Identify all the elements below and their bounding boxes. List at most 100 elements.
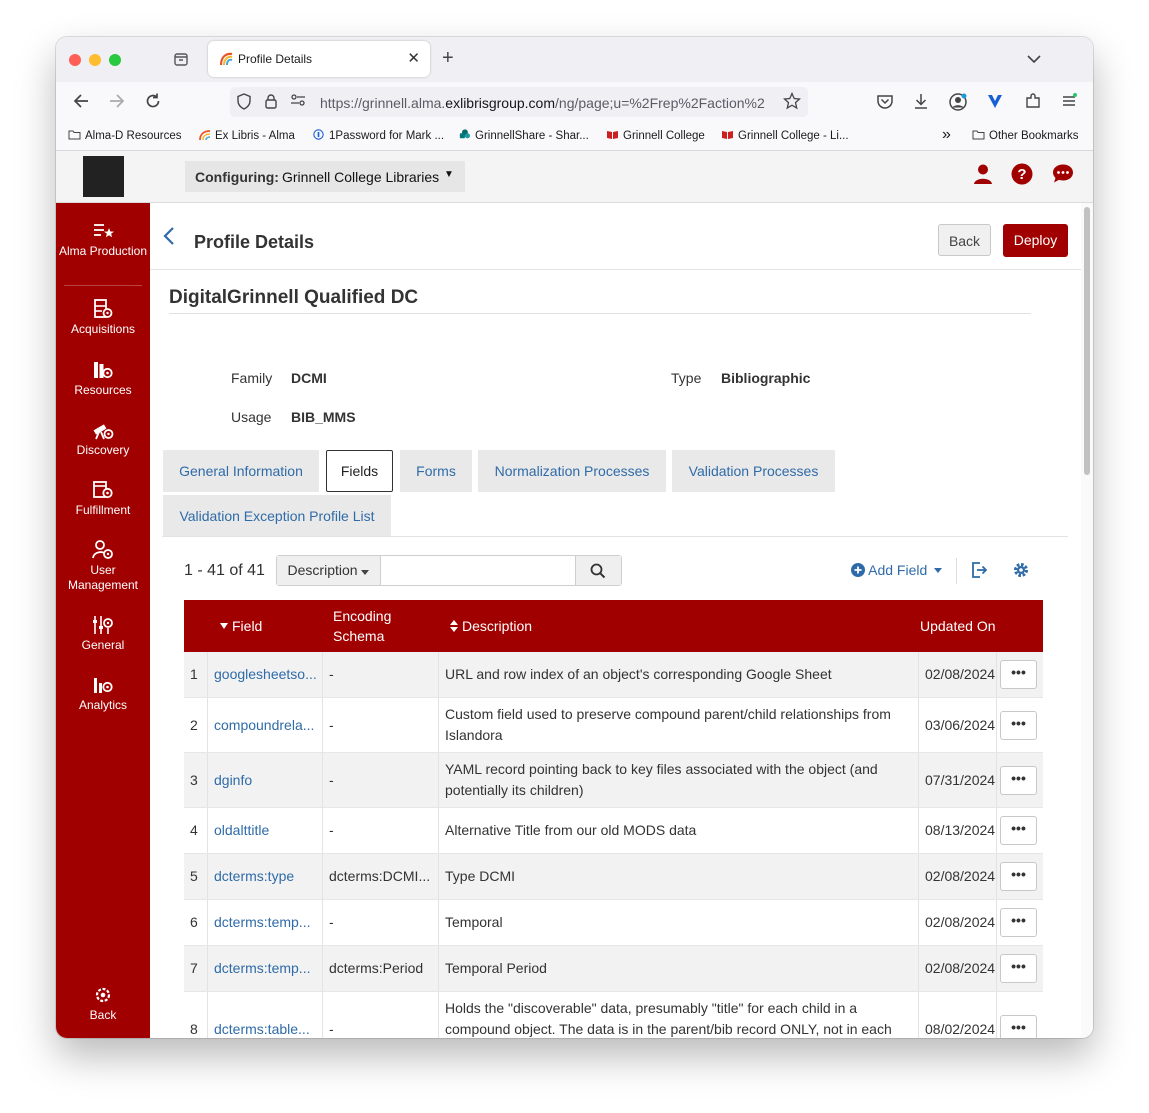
- bookmark-grinnellshare[interactable]: GrinnellShare - Shar...: [458, 129, 589, 142]
- reload-icon[interactable]: [144, 92, 162, 114]
- bookmark-grinnell-college-libraries[interactable]: Grinnell College - Li...: [721, 129, 849, 142]
- field-name-link[interactable]: dcterms:table...: [207, 992, 322, 1038]
- url-bar[interactable]: https://grinnell.alma.exlibrisgroup.com/…: [230, 87, 808, 117]
- export-icon[interactable]: [970, 561, 988, 579]
- tab-validation-exception-profile-list[interactable]: Validation Exception Profile List: [163, 495, 391, 537]
- bookmarks-overflow-icon[interactable]: »: [942, 126, 951, 144]
- bookmark-grinnell-college[interactable]: Grinnell College: [606, 129, 705, 142]
- lock-icon[interactable]: [264, 93, 278, 113]
- tab-validation-processes[interactable]: Validation Processes: [672, 450, 835, 492]
- new-tab-button[interactable]: +: [442, 48, 454, 68]
- menu-icon[interactable]: [1060, 92, 1078, 114]
- family-label: Family: [231, 370, 273, 386]
- chat-icon[interactable]: [1052, 163, 1074, 185]
- tab-close-icon[interactable]: ✕: [407, 49, 420, 67]
- row-actions-button[interactable]: •••: [1000, 862, 1037, 891]
- encoding-schema-cell-text: -: [329, 914, 334, 930]
- row-actions-button[interactable]: •••: [1000, 954, 1037, 983]
- bookmark-label: Alma-D Resources: [85, 130, 182, 142]
- zoom-window-button[interactable]: [109, 54, 121, 66]
- tab-normalization-processes[interactable]: Normalization Processes: [478, 450, 666, 492]
- deploy-button[interactable]: Deploy: [1003, 224, 1068, 257]
- close-window-button[interactable]: [69, 54, 81, 66]
- column-header-encoding[interactable]: Encoding Schema: [333, 600, 423, 652]
- tab-title: Profile Details: [238, 52, 313, 66]
- tabs-divider: [162, 536, 1068, 537]
- field-name-link[interactable]: dcterms:type: [207, 854, 322, 899]
- minimize-window-button[interactable]: [89, 54, 101, 66]
- tab-list-icon[interactable]: [172, 51, 190, 69]
- browser-tab[interactable]: Profile Details ✕: [208, 41, 430, 77]
- sidebar-item-acquisitions[interactable]: Acquisitions: [56, 299, 150, 337]
- column-header-field[interactable]: Field: [220, 600, 262, 652]
- scrollbar[interactable]: [1081, 203, 1093, 1038]
- field-name-link[interactable]: googlesheetso...: [207, 652, 322, 697]
- vivaldi-extension-icon[interactable]: [986, 92, 1004, 114]
- url-text[interactable]: https://grinnell.alma.exlibrisgroup.com/…: [320, 95, 790, 111]
- pocket-icon[interactable]: [876, 92, 894, 114]
- bookmark-1password[interactable]: 1Password for Mark ...: [312, 129, 444, 142]
- sidebar-item-fulfillment[interactable]: Fulfillment: [56, 480, 150, 518]
- tab-fields[interactable]: Fields: [326, 450, 393, 492]
- row-actions-button[interactable]: •••: [1000, 766, 1037, 795]
- field-name-link[interactable]: dginfo: [207, 753, 322, 807]
- sidebar-item-analytics[interactable]: Analytics: [56, 675, 150, 713]
- back-button[interactable]: Back: [938, 224, 991, 256]
- search-button[interactable]: [575, 556, 621, 585]
- sidebar-item-discovery[interactable]: Discovery: [56, 420, 150, 458]
- extensions-puzzle-icon[interactable]: [1024, 92, 1042, 114]
- exlibris-favicon-icon: [219, 52, 233, 66]
- institution-logo[interactable]: [83, 156, 124, 197]
- sidebar-item-user-management[interactable]: User Management: [56, 540, 150, 593]
- add-field-button[interactable]: Add Field: [851, 562, 943, 578]
- fulfillment-icon: [93, 481, 113, 499]
- updated-on-cell: 08/02/2024: [918, 992, 996, 1038]
- search-input[interactable]: [382, 558, 576, 584]
- sidebar-back-button[interactable]: Back: [56, 985, 150, 1023]
- tab-forms[interactable]: Forms: [400, 450, 472, 492]
- back-arrow-icon[interactable]: [72, 92, 90, 114]
- navigation-bar: https://grinnell.alma.exlibrisgroup.com/…: [56, 82, 1093, 124]
- bookmark-star-icon[interactable]: [782, 91, 802, 114]
- search-scope-dropdown[interactable]: Description: [277, 556, 381, 585]
- column-header-description[interactable]: Description: [450, 600, 532, 652]
- column-header-updated-on[interactable]: Updated On: [920, 600, 996, 652]
- chevron-down-icon[interactable]: [1027, 51, 1041, 67]
- chevron-left-icon[interactable]: [162, 225, 176, 247]
- permissions-icon[interactable]: [290, 93, 306, 111]
- download-icon[interactable]: [912, 92, 930, 114]
- row-actions-button[interactable]: •••: [1000, 816, 1037, 845]
- scrollbar-thumb[interactable]: [1084, 207, 1090, 475]
- encoding-schema-cell-text: dcterms:DCMI...: [329, 868, 431, 884]
- updated-on-cell: 02/08/2024: [918, 900, 996, 945]
- row-number-cell: 7: [184, 946, 206, 991]
- row-actions-button[interactable]: •••: [1000, 711, 1037, 740]
- sidebar-item-label: Alma Production: [58, 244, 148, 258]
- row-actions-button[interactable]: •••: [1000, 660, 1037, 689]
- encoding-schema-cell-text: -: [329, 666, 334, 682]
- sidebar-item-general[interactable]: General: [56, 615, 150, 653]
- bookmark-other-bookmarks[interactable]: Other Bookmarks: [972, 129, 1078, 142]
- updated-on-cell-text: 02/08/2024: [925, 960, 996, 976]
- field-name-link[interactable]: dcterms:temp...: [207, 900, 322, 945]
- row-actions-button[interactable]: •••: [1000, 908, 1037, 937]
- url-prefix: https://grinnell.alma.: [320, 95, 446, 111]
- user-profile-icon[interactable]: [972, 163, 994, 185]
- gear-icon[interactable]: [1012, 561, 1030, 579]
- field-name-link[interactable]: dcterms:temp...: [207, 946, 322, 991]
- sidebar-item-resources[interactable]: Resources: [56, 360, 150, 398]
- field-name-link[interactable]: compoundrela...: [207, 698, 322, 752]
- forward-arrow-icon[interactable]: [108, 92, 126, 114]
- field-name-link[interactable]: oldalttitle: [207, 808, 322, 853]
- bookmark-ex-libris-alma[interactable]: Ex Libris - Alma: [198, 129, 295, 142]
- help-icon[interactable]: ?: [1011, 163, 1033, 185]
- account-icon[interactable]: [948, 92, 968, 116]
- configuring-dropdown[interactable]: Configuring: Grinnell College Libraries …: [185, 161, 465, 192]
- sort-down-icon: [220, 623, 228, 629]
- caret-down-icon: ▼: [444, 169, 454, 180]
- tab-general-information[interactable]: General Information: [163, 450, 319, 492]
- sidebar-item-alma-production[interactable]: Alma Production: [56, 221, 150, 259]
- row-actions-button[interactable]: •••: [1000, 1015, 1037, 1038]
- shield-icon[interactable]: [236, 93, 252, 114]
- bookmark-alma-d-resources[interactable]: Alma-D Resources: [68, 129, 182, 142]
